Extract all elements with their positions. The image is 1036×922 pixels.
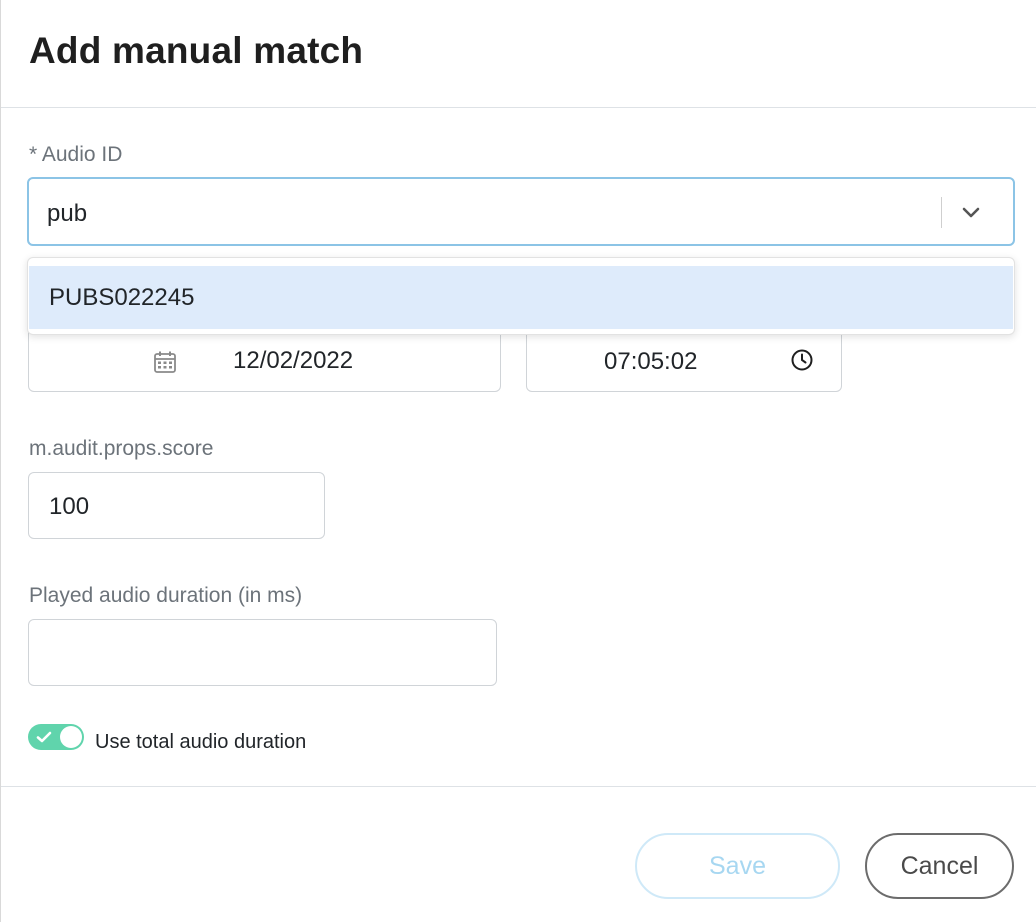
score-label: m.audit.props.score [29, 437, 214, 460]
check-icon [36, 731, 52, 743]
score-input[interactable]: 100 [28, 472, 325, 539]
save-button[interactable]: Save [635, 833, 840, 899]
calendar-icon [154, 351, 176, 373]
select-separator [941, 197, 942, 228]
audio-id-dropdown-menu: PUBS022245 [27, 257, 1015, 335]
duration-input[interactable] [28, 619, 497, 686]
audio-id-label: * Audio ID [29, 143, 123, 166]
clock-icon[interactable] [790, 348, 814, 372]
add-manual-match-dialog: Add manual match * Audio ID pub PUBS0222… [0, 0, 1036, 922]
dropdown-option[interactable]: PUBS022245 [29, 266, 1013, 329]
chevron-down-icon[interactable] [959, 200, 983, 224]
audio-id-select[interactable]: pub [27, 177, 1015, 246]
duration-label: Played audio duration (in ms) [29, 584, 303, 607]
toggle-knob [60, 726, 82, 748]
audio-id-input-value[interactable]: pub [47, 200, 87, 228]
use-total-duration-toggle[interactable] [28, 724, 84, 750]
dropdown-option-label: PUBS022245 [49, 284, 195, 311]
dialog-header: Add manual match [1, 0, 1036, 108]
date-value: 12/02/2022 [233, 347, 354, 374]
time-value: 07:05:02 [604, 348, 698, 375]
score-value: 100 [49, 493, 90, 520]
footer-divider [1, 786, 1036, 787]
cancel-button[interactable]: Cancel [865, 833, 1014, 899]
use-total-duration-label: Use total audio duration [95, 731, 307, 753]
dialog-title: Add manual match [29, 30, 364, 71]
